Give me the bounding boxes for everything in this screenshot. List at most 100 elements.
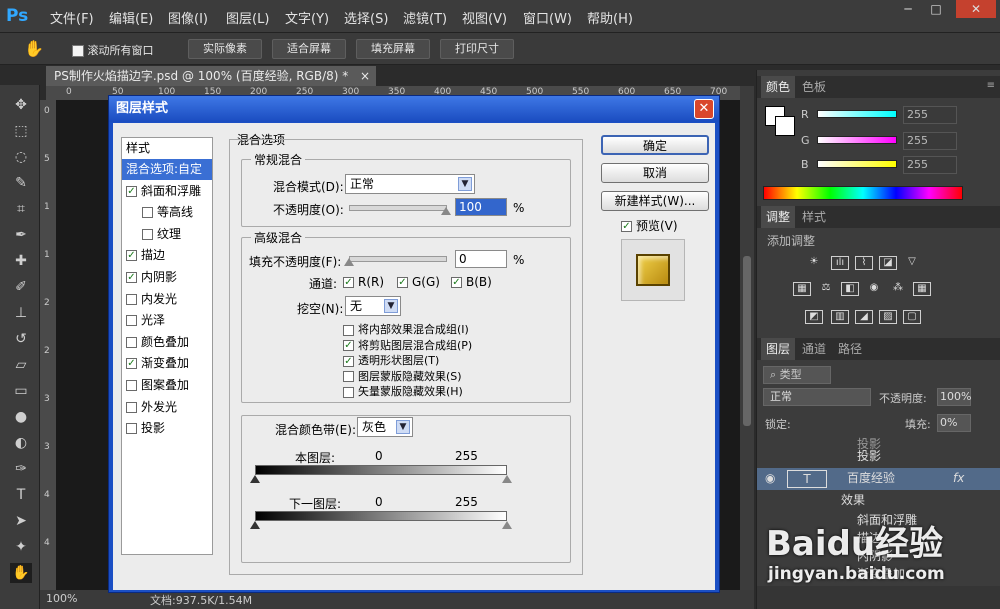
style-checkbox[interactable] bbox=[126, 380, 137, 391]
healing-tool-icon[interactable]: ✚ bbox=[10, 251, 32, 271]
levels-icon[interactable]: ılı bbox=[831, 256, 849, 270]
menu-file[interactable]: 文件(F) bbox=[50, 8, 94, 27]
move-tool-icon[interactable]: ✥ bbox=[10, 95, 32, 115]
style-checkbox[interactable]: ✓ bbox=[126, 250, 137, 262]
shape-tool-icon[interactable]: ✦ bbox=[10, 537, 32, 557]
marquee-tool-icon[interactable]: ⬚ bbox=[10, 121, 32, 141]
checkbox[interactable]: ✓ bbox=[343, 340, 354, 352]
maximize-button[interactable]: □ bbox=[922, 0, 950, 18]
layer-effects-group[interactable]: 效果 bbox=[757, 490, 1000, 510]
close-button[interactable]: ✕ bbox=[956, 0, 996, 18]
advanced-option-checkbox[interactable]: ✓ 将剪贴图层混合成组(P) bbox=[343, 337, 472, 353]
underlying-black-thumb[interactable] bbox=[250, 521, 260, 529]
style-checkbox[interactable] bbox=[142, 207, 153, 219]
curves-icon[interactable]: ⌇ bbox=[855, 256, 873, 270]
layer-opacity-value[interactable]: 100% bbox=[937, 388, 971, 406]
tab-adjustments[interactable]: 调整 bbox=[761, 206, 796, 228]
brush-tool-icon[interactable]: ✐ bbox=[10, 277, 32, 297]
layer-filter-kind[interactable]: ⌕ 类型 bbox=[763, 366, 831, 384]
style-checkbox[interactable] bbox=[126, 315, 137, 327]
channel-b-slider[interactable] bbox=[817, 160, 897, 168]
blend-if-select[interactable]: 灰色 ▼ bbox=[357, 417, 413, 437]
underlying-gradient[interactable] bbox=[255, 511, 507, 521]
channel-r-checkbox[interactable]: ✓ R(R) bbox=[343, 275, 384, 289]
tab-swatches[interactable]: 色板 bbox=[797, 76, 831, 98]
fill-opacity-slider-thumb[interactable] bbox=[344, 258, 354, 266]
channel-g-slider[interactable] bbox=[817, 136, 897, 144]
scroll-all-checkbox[interactable] bbox=[72, 45, 84, 57]
hand-tool-icon[interactable]: ✋ bbox=[24, 39, 44, 58]
eraser-tool-icon[interactable]: ▱ bbox=[10, 355, 32, 375]
vertical-scrollbar[interactable] bbox=[740, 86, 754, 590]
threshold-icon[interactable]: ◢ bbox=[855, 310, 873, 324]
lasso-tool-icon[interactable]: ◌ bbox=[10, 147, 32, 167]
advanced-option-checkbox[interactable]: ✓ 透明形状图层(T) bbox=[343, 352, 439, 368]
fill-screen-button[interactable]: 填充屏幕 bbox=[356, 39, 430, 59]
fill-opacity-input[interactable]: 0 bbox=[455, 250, 507, 268]
menu-window[interactable]: 窗口(W) bbox=[523, 8, 572, 27]
underlying-white-thumb[interactable] bbox=[502, 521, 512, 529]
checkbox[interactable] bbox=[343, 324, 354, 336]
advanced-option-checkbox[interactable]: 将内部效果混合成组(I) bbox=[343, 321, 469, 337]
this-layer-gradient[interactable] bbox=[255, 465, 507, 475]
tab-channels[interactable]: 通道 bbox=[797, 338, 831, 360]
menu-help[interactable]: 帮助(H) bbox=[587, 8, 633, 27]
channel-g-checkbox[interactable]: ✓ G(G) bbox=[397, 275, 440, 289]
layer-blend-mode[interactable]: 正常 bbox=[763, 388, 871, 406]
hue-sat-icon[interactable]: ▦ bbox=[793, 282, 811, 296]
style-checkbox[interactable] bbox=[126, 423, 137, 435]
menu-type[interactable]: 文字(Y) bbox=[285, 8, 329, 27]
style-item[interactable]: 图案叠加 bbox=[122, 375, 212, 396]
style-item[interactable]: 投影 bbox=[122, 418, 212, 439]
close-tab-icon[interactable]: × bbox=[360, 66, 370, 86]
minimize-button[interactable]: ─ bbox=[894, 0, 922, 18]
stamp-tool-icon[interactable]: ⊥ bbox=[10, 303, 32, 323]
styles-header[interactable]: 样式 bbox=[122, 138, 212, 159]
layer-row-selected[interactable]: ◉ T 百度经验 fx bbox=[757, 468, 1000, 490]
panel-menu-icon[interactable]: ≡ bbox=[987, 80, 995, 91]
opacity-slider[interactable] bbox=[349, 205, 447, 211]
scroll-all-windows-option[interactable]: 滚动所有窗口 bbox=[72, 42, 154, 58]
style-item[interactable]: 颜色叠加 bbox=[122, 332, 212, 353]
hand-tool-icon[interactable]: ✋ bbox=[10, 563, 32, 583]
eyedropper-tool-icon[interactable]: ✒ bbox=[10, 225, 32, 245]
posterize-icon[interactable]: ▥ bbox=[831, 310, 849, 324]
crop-tool-icon[interactable]: ⌗ bbox=[10, 199, 32, 219]
pen-tool-icon[interactable]: ✑ bbox=[10, 459, 32, 479]
style-item[interactable]: 外发光 bbox=[122, 397, 212, 418]
style-item[interactable]: 光泽 bbox=[122, 310, 212, 331]
color-balance-icon[interactable]: ⚖ bbox=[817, 282, 835, 296]
opacity-input[interactable]: 100 bbox=[455, 198, 507, 216]
layer-fill-value[interactable]: 0% bbox=[937, 414, 971, 432]
menu-image[interactable]: 图像(I) bbox=[168, 8, 208, 27]
style-item[interactable]: ✓ 描边 bbox=[122, 245, 212, 266]
tab-styles[interactable]: 样式 bbox=[797, 206, 831, 228]
bw-icon[interactable]: ◧ bbox=[841, 282, 859, 296]
style-item[interactable]: 内发光 bbox=[122, 289, 212, 310]
advanced-option-checkbox[interactable]: 矢量蒙版隐藏效果(H) bbox=[343, 383, 463, 399]
dodge-tool-icon[interactable]: ◐ bbox=[10, 433, 32, 453]
blur-tool-icon[interactable]: ● bbox=[10, 407, 32, 427]
advanced-option-checkbox[interactable]: 图层蒙版隐藏效果(S) bbox=[343, 368, 462, 384]
dialog-title[interactable]: 图层样式 bbox=[109, 96, 719, 122]
tab-color[interactable]: 颜色 bbox=[761, 76, 796, 98]
photo-filter-icon[interactable]: ◉ bbox=[865, 282, 883, 296]
visibility-eye-icon[interactable]: ◉ bbox=[765, 468, 775, 488]
history-brush-tool-icon[interactable]: ↺ bbox=[10, 329, 32, 349]
channel-b-checkbox[interactable]: ✓ B(B) bbox=[451, 275, 492, 289]
gradient-tool-icon[interactable]: ▭ bbox=[10, 381, 32, 401]
document-tab[interactable]: PS制作火焰描边字.psd @ 100% (百度经验, RGB/8) * × bbox=[46, 66, 376, 86]
scroll-thumb[interactable] bbox=[743, 256, 751, 426]
menu-edit[interactable]: 编辑(E) bbox=[109, 8, 153, 27]
vibrance-icon[interactable]: ▽ bbox=[903, 256, 921, 270]
channel-r-slider[interactable] bbox=[817, 110, 897, 118]
style-item[interactable]: 等高线 bbox=[122, 202, 212, 223]
path-select-tool-icon[interactable]: ➤ bbox=[10, 511, 32, 531]
print-size-button[interactable]: 打印尺寸 bbox=[440, 39, 514, 59]
blend-mode-select[interactable]: 正常 ▼ bbox=[345, 174, 475, 194]
style-item[interactable]: 混合选项:自定 bbox=[122, 159, 212, 180]
preview-checkbox[interactable]: ✓ 预览(V) bbox=[621, 217, 678, 234]
quick-select-tool-icon[interactable]: ✎ bbox=[10, 173, 32, 193]
cancel-button[interactable]: 取消 bbox=[601, 163, 709, 183]
checkbox[interactable] bbox=[343, 371, 354, 383]
